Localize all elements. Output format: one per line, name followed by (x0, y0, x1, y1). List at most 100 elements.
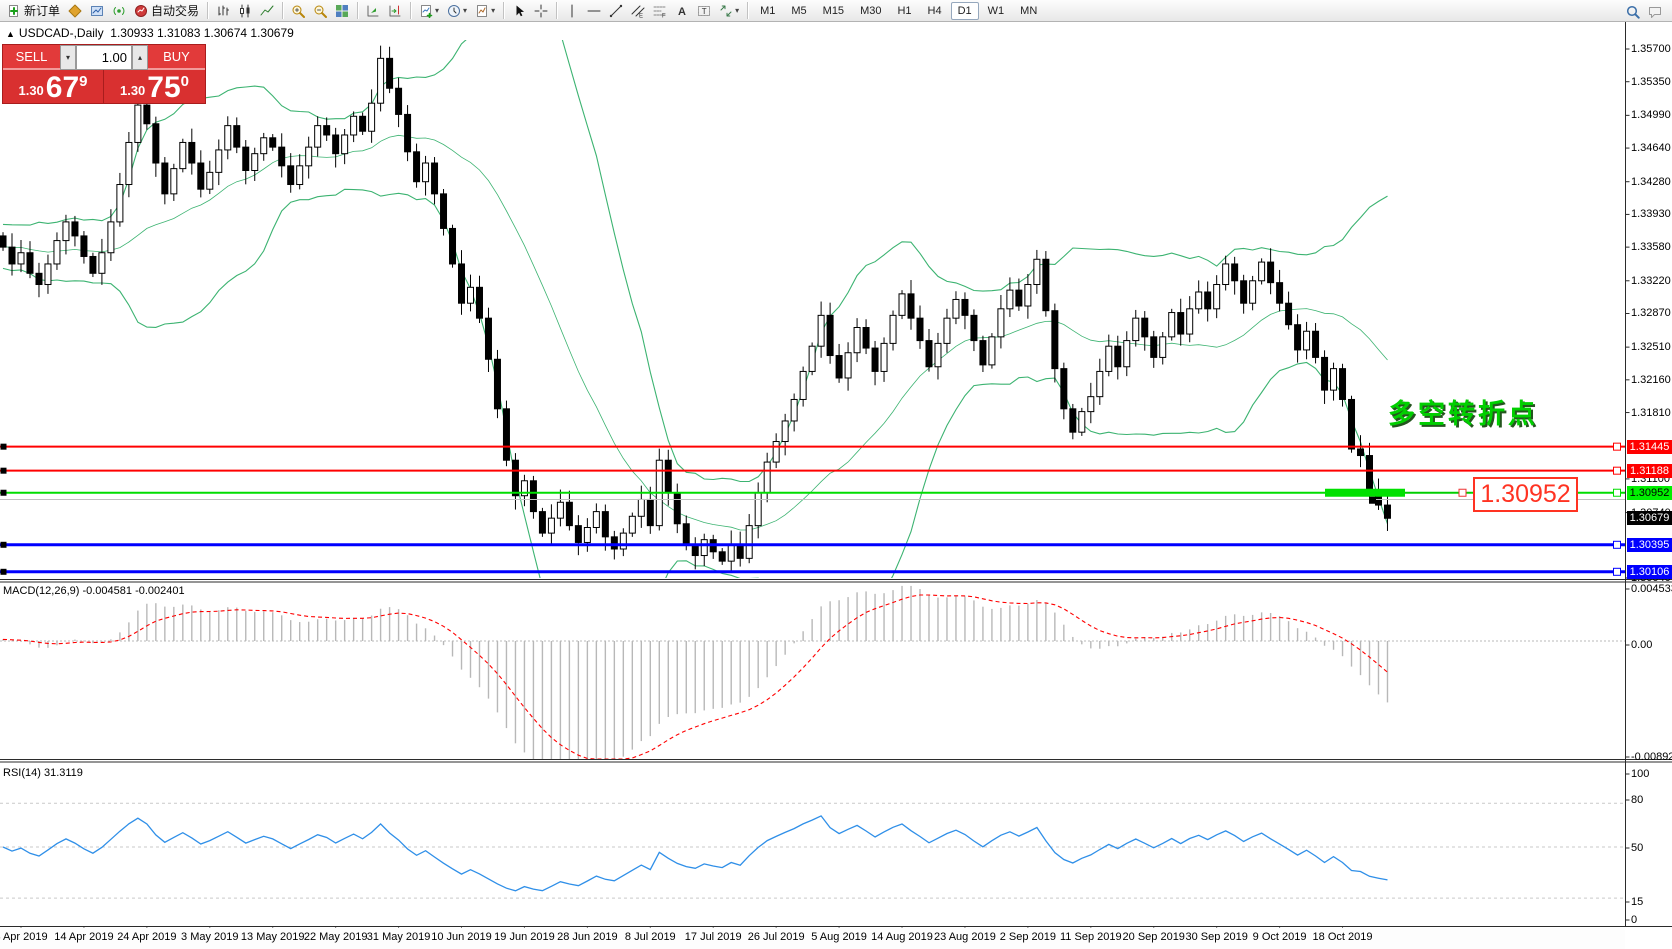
chart-annotation-text[interactable]: 多空转折点 (1388, 392, 1538, 431)
timeframe-m1-button[interactable]: M1 (753, 2, 782, 20)
timeframe-m15-button[interactable]: M15 (816, 2, 851, 20)
text-label-button[interactable]: T (694, 0, 714, 22)
symbol-title: USDCAD-,Daily (19, 26, 104, 40)
date-label: 30 Sep 2019 (1185, 931, 1247, 943)
rsi-tick: 0 (1631, 914, 1672, 926)
chart-line-button[interactable] (257, 0, 277, 22)
trendline-icon (609, 4, 623, 18)
equidistant-channel-button[interactable]: E (628, 0, 648, 22)
cursor-button[interactable] (509, 0, 529, 22)
price-tick: 1.32510 (1631, 341, 1672, 353)
autotrading-button[interactable]: 自动交易 (131, 0, 202, 22)
arrows-icon (719, 4, 733, 18)
line-anchor[interactable] (1, 444, 7, 450)
line-anchor[interactable] (1614, 443, 1621, 450)
line-anchor[interactable] (1614, 489, 1621, 496)
toolbar-separator (556, 2, 557, 19)
price-axis-flag: 1.30952 (1627, 486, 1672, 500)
buy-price[interactable]: 1.30 75 0 (104, 70, 205, 103)
crosshair-button[interactable] (531, 0, 551, 22)
fibonacci-button[interactable]: F (650, 0, 670, 22)
market-watch-icon (90, 4, 104, 18)
arrows-button[interactable]: ▾ (716, 0, 742, 22)
date-label: 31 May 2019 (367, 931, 431, 943)
price-tick: 1.34280 (1631, 176, 1672, 188)
timeframe-mn-button[interactable]: MN (1013, 2, 1044, 20)
rsi-indicator-label: RSI(14) 31.3119 (3, 767, 83, 779)
volume-input[interactable]: 1.00 (76, 45, 132, 70)
zoom-in-icon (291, 4, 305, 18)
tile-windows-button[interactable] (332, 0, 352, 22)
horizontal-line-button[interactable] (584, 0, 604, 22)
sell-price[interactable]: 1.30 67 9 (3, 70, 104, 103)
price-tick: 1.35350 (1631, 76, 1672, 88)
price-tick: 1.32160 (1631, 374, 1672, 386)
line-anchor[interactable] (1614, 568, 1621, 575)
segment-anchor[interactable] (1369, 497, 1376, 504)
timeframe-d1-button[interactable]: D1 (951, 2, 979, 20)
date-axis: 4 Apr 201914 Apr 201924 Apr 20193 May 20… (0, 928, 1625, 949)
price-axis-flag: 1.31445 (1627, 440, 1672, 454)
timeframe-m5-button[interactable]: M5 (784, 2, 813, 20)
timeframe-h4-button[interactable]: H4 (921, 2, 949, 20)
volume-increase-button[interactable]: ▴ (132, 45, 148, 70)
buy-price-prefix: 1.30 (120, 83, 145, 98)
date-label: 24 Apr 2019 (117, 931, 176, 943)
chart-shift-button[interactable] (385, 0, 405, 22)
chart-candles-button[interactable] (235, 0, 255, 22)
volume-decrease-button[interactable]: ▾ (60, 45, 76, 70)
indicators-button[interactable]: ▾ (416, 0, 442, 22)
chart-bars-button[interactable] (213, 0, 233, 22)
timeframe-h1-button[interactable]: H1 (890, 2, 918, 20)
dropdown-caret-icon[interactable]: ▾ (491, 6, 495, 15)
one-click-top-row: SELL ▾ 1.00 ▴ BUY (3, 45, 205, 70)
new-order-button[interactable]: 新订单 (4, 0, 63, 22)
line-anchor[interactable] (1, 468, 7, 474)
price-tick: 1.33580 (1631, 241, 1672, 253)
vertical-line-button[interactable] (562, 0, 582, 22)
indicators-icon (419, 4, 433, 18)
timeframe-m30-button[interactable]: M30 (853, 2, 888, 20)
buy-button[interactable]: BUY (148, 45, 205, 70)
date-label: 5 Aug 2019 (811, 931, 867, 943)
connector-anchor[interactable] (1459, 489, 1466, 496)
price-axis-flag: 1.30106 (1627, 565, 1672, 579)
line-anchor[interactable] (1, 542, 7, 548)
line-anchor[interactable] (1, 490, 7, 496)
timeframe-w1-button[interactable]: W1 (981, 2, 1012, 20)
sell-button[interactable]: SELL (3, 45, 60, 70)
periods-button[interactable]: ▾ (444, 0, 470, 22)
date-label: 28 Jun 2019 (557, 931, 618, 943)
zoom-in-button[interactable] (288, 0, 308, 22)
auto-scroll-icon (366, 4, 380, 18)
chat-button[interactable] (1645, 1, 1665, 23)
toolbar-separator (747, 2, 748, 19)
signals-button[interactable] (109, 0, 129, 22)
text-button[interactable]: A (672, 0, 692, 22)
dropdown-caret-icon[interactable]: ▾ (735, 6, 739, 15)
date-label: 3 May 2019 (181, 931, 238, 943)
trend-segment-object[interactable] (1325, 489, 1405, 497)
collapse-triangle-icon[interactable]: ▲ (6, 29, 15, 39)
auto-scroll-button[interactable] (363, 0, 383, 22)
price-tick: 1.33220 (1631, 275, 1672, 287)
dropdown-caret-icon[interactable]: ▾ (463, 6, 467, 15)
chart-canvas[interactable] (0, 0, 1672, 949)
trendline-button[interactable] (606, 0, 626, 22)
sell-price-prefix: 1.30 (18, 83, 43, 98)
line-anchor[interactable] (1, 569, 7, 575)
rsi-tick: 80 (1631, 794, 1672, 806)
dropdown-caret-icon[interactable]: ▾ (435, 6, 439, 15)
line-anchor[interactable] (1614, 541, 1621, 548)
search-button[interactable] (1623, 1, 1643, 23)
styler-button[interactable] (65, 0, 85, 22)
mt4-window: 新订单 自动交易 ▾ ▾ ▾ EFAT ▾ M1M5M15M30H1H4D1W1MN ▲ USD… (0, 0, 1672, 949)
price-tick: 1.32870 (1631, 307, 1672, 319)
market-watch-button[interactable] (87, 0, 107, 22)
rsi-tick: 15 (1631, 896, 1672, 908)
line-anchor[interactable] (1614, 467, 1621, 474)
text-icon: A (675, 4, 689, 18)
templates-button[interactable]: ▾ (472, 0, 498, 22)
zoom-out-button[interactable] (310, 0, 330, 22)
price-callout-label[interactable]: 1.30952 (1473, 477, 1578, 512)
